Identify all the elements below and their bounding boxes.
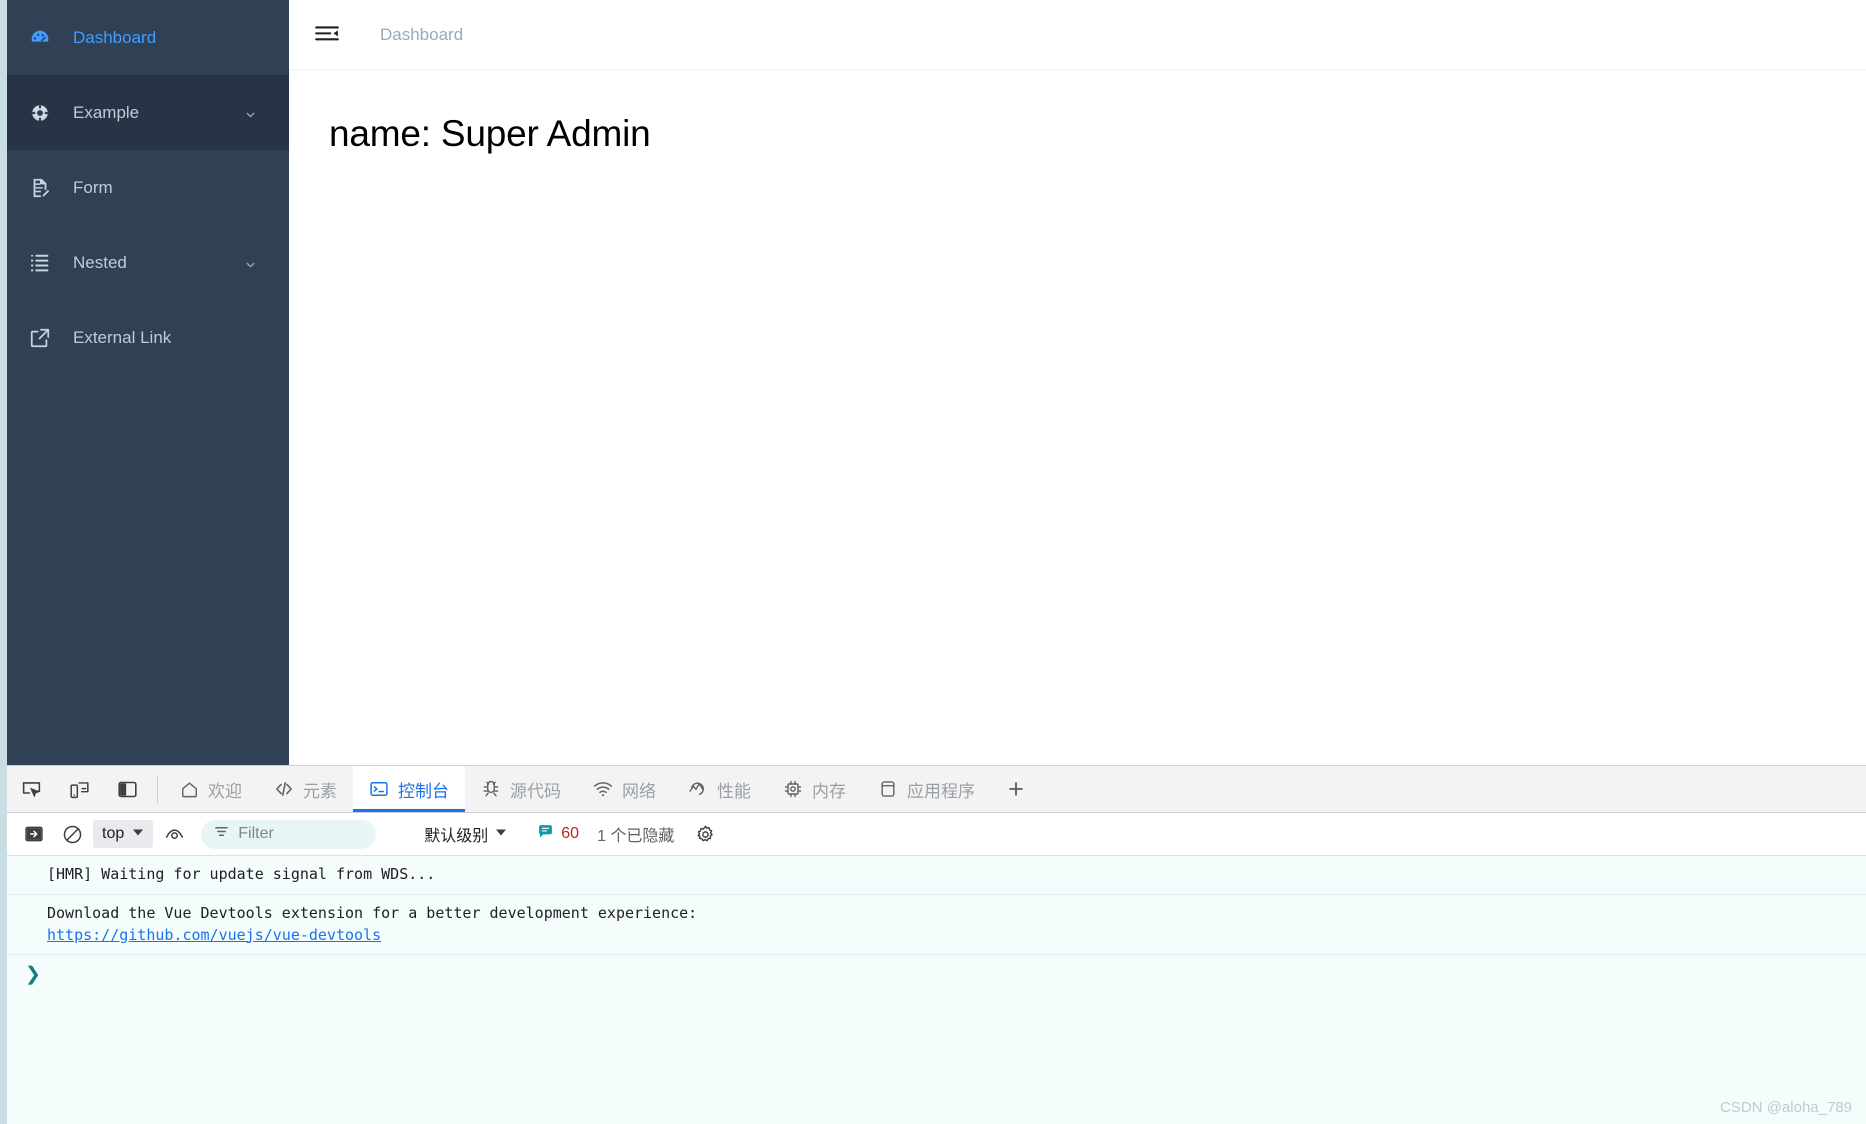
tab-label: 源代码 [510, 781, 561, 801]
external-link-icon [29, 327, 51, 349]
eye-icon[interactable] [157, 819, 191, 849]
speech-bubble-icon [537, 823, 554, 845]
message-count-value: 60 [561, 825, 580, 842]
tab-sources[interactable]: 源代码 [465, 766, 577, 812]
tab-label: 性能 [717, 781, 751, 801]
performance-icon [688, 779, 708, 799]
sidebar-item-label: Nested [73, 252, 127, 272]
filter-icon [214, 824, 229, 844]
chevron-down-icon [495, 825, 507, 843]
prompt-chevron-icon: ❯ [25, 964, 41, 986]
chevron-down-icon [244, 106, 257, 119]
gear-icon[interactable] [690, 820, 720, 848]
inspect-element-icon[interactable] [7, 766, 55, 812]
chevron-down-icon [244, 256, 257, 269]
memory-chip-icon [783, 779, 803, 799]
tab-console[interactable]: 控制台 [353, 766, 465, 812]
sidebar-item-external-link[interactable]: External Link [7, 300, 289, 375]
tab-label: 元素 [303, 781, 337, 801]
console-log-text: [HMR] Waiting for update signal from WDS… [47, 865, 436, 883]
breadcrumb[interactable]: Dashboard [380, 25, 463, 45]
console-log-link[interactable]: https://github.com/vuejs/vue-devtools [47, 926, 381, 944]
tab-network[interactable]: 网络 [577, 766, 672, 812]
browser-viewport: Dashboard Example Form Nested External L… [7, 0, 1866, 765]
device-toolbar-icon[interactable] [55, 766, 103, 812]
more-tabs-button[interactable]: + [991, 766, 1041, 812]
console-prompt[interactable]: ❯ [7, 955, 1866, 994]
dock-side-icon[interactable] [103, 766, 151, 812]
sidebar-item-example[interactable]: Example [7, 75, 289, 150]
message-count-badge[interactable]: 60 [537, 823, 579, 845]
console-log-row: Download the Vue Devtools extension for … [7, 895, 1866, 956]
console-toolbar: top Filter 默认级别 60 1 个已隐藏 [7, 813, 1866, 856]
filter-input[interactable]: Filter [201, 819, 377, 849]
console-icon [369, 779, 389, 799]
console-sidebar-icon[interactable] [17, 819, 51, 849]
page-title: name: Super Admin [329, 113, 651, 154]
sidebar-item-nested[interactable]: Nested [7, 225, 289, 300]
tab-label: 欢迎 [208, 781, 242, 801]
tab-label: 应用程序 [907, 781, 975, 801]
main-content: name: Super Admin [289, 71, 1866, 765]
hidden-messages-label[interactable]: 1 个已隐藏 [597, 822, 674, 846]
chevron-down-icon [132, 825, 144, 843]
sidebar-item-label: Example [73, 102, 140, 122]
tab-label: 内存 [812, 781, 846, 801]
devtools-panel: 欢迎 元素 控制台 源代码 网络 性能 内存 应用程序 + top Filter… [7, 765, 1866, 1124]
toolbar-divider [157, 775, 158, 803]
sidebar-item-label: External Link [73, 327, 172, 347]
execution-context-value: top [102, 825, 125, 842]
filter-placeholder: Filter [238, 825, 274, 842]
application-icon [878, 779, 898, 799]
nested-list-icon [29, 252, 51, 274]
watermark: CSDN @aloha_789 [1720, 1099, 1852, 1116]
console-log-row: [HMR] Waiting for update signal from WDS… [7, 856, 1866, 895]
tab-elements[interactable]: 元素 [258, 766, 353, 812]
devtools-tabbar: 欢迎 元素 控制台 源代码 网络 性能 内存 应用程序 + [7, 766, 1866, 813]
tab-memory[interactable]: 内存 [767, 766, 862, 812]
code-brackets-icon [274, 779, 294, 799]
clear-console-icon[interactable] [55, 819, 89, 849]
tab-application[interactable]: 应用程序 [862, 766, 991, 812]
home-icon [180, 780, 199, 799]
sidebar-item-label: Dashboard [73, 27, 157, 47]
tab-label: 控制台 [398, 781, 449, 801]
execution-context-select[interactable]: top [93, 820, 154, 848]
log-level-select[interactable]: 默认级别 [424, 822, 507, 846]
tab-welcome[interactable]: 欢迎 [164, 766, 258, 812]
console-log-text: Download the Vue Devtools extension for … [47, 903, 698, 922]
console-output[interactable]: [HMR] Waiting for update signal from WDS… [7, 856, 1866, 1124]
hamburger-collapse-icon[interactable] [314, 22, 340, 48]
dashboard-gauge-icon [29, 27, 51, 49]
sidebar-item-label: Form [73, 177, 113, 197]
bug-icon [481, 779, 501, 799]
compass-icon [29, 102, 51, 124]
form-document-icon [29, 177, 51, 199]
tab-label: 网络 [622, 781, 656, 801]
wifi-icon [593, 779, 613, 799]
app-header: Dashboard [289, 0, 1866, 70]
sidebar-nav: Dashboard Example Form Nested External L… [7, 0, 289, 765]
sidebar-item-dashboard[interactable]: Dashboard [7, 0, 289, 75]
sidebar-item-form[interactable]: Form [7, 150, 289, 225]
tab-performance[interactable]: 性能 [672, 766, 767, 812]
log-level-value: 默认级别 [424, 828, 489, 845]
